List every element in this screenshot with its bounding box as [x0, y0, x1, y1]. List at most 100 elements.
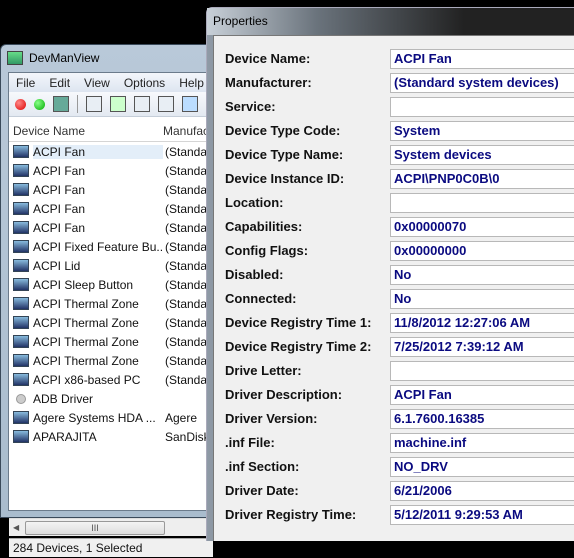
device-row[interactable]: ACPI Thermal Zone (Standar: [9, 332, 213, 351]
scroll-left-icon[interactable]: ◀: [9, 523, 19, 532]
property-value-field[interactable]: 7/25/2012 7:39:12 AM: [390, 337, 574, 357]
device-name: APARAJITA: [33, 429, 97, 444]
device-name: ACPI Lid: [33, 258, 81, 273]
disable-red-dot-icon[interactable]: [15, 98, 26, 110]
property-value-field[interactable]: (Standard system devices): [390, 73, 574, 93]
property-label: Driver Version:: [225, 411, 318, 426]
property-row: Driver Version: 6.1.7600.16385: [214, 407, 574, 431]
device-row[interactable]: ACPI Thermal Zone (Standar: [9, 294, 213, 313]
property-row: Service:: [214, 95, 574, 119]
horizontal-scrollbar[interactable]: ◀ III: [9, 518, 213, 536]
property-value-field[interactable]: [390, 97, 574, 117]
device-icon: [13, 354, 29, 367]
property-row: Manufacturer: (Standard system devices): [214, 71, 574, 95]
property-value-field[interactable]: ACPI\PNP0C0B\0: [390, 169, 574, 189]
column-device-name[interactable]: Device Name: [9, 124, 159, 138]
device-icon: [13, 278, 29, 291]
device-row[interactable]: ACPI Thermal Zone (Standar: [9, 351, 213, 370]
property-value-field[interactable]: 6.1.7600.16385: [390, 409, 574, 429]
property-label: Device Type Name:: [225, 147, 344, 162]
property-value-field[interactable]: 6/21/2006: [390, 481, 574, 501]
enable-green-dot-icon[interactable]: [34, 98, 45, 110]
property-value-field[interactable]: [390, 193, 574, 213]
property-row: Device Instance ID: ACPI\PNP0C0B\0: [214, 167, 574, 191]
property-value-field[interactable]: [390, 361, 574, 381]
device-row[interactable]: ACPI Fan (Standar: [9, 199, 213, 218]
properties-window: Properties Device Name: ACPI Fan Manufactu…: [206, 7, 574, 541]
property-row: Capabilities: 0x00000070: [214, 215, 574, 239]
scroll-thumb[interactable]: III: [25, 520, 165, 535]
property-row: Device Type Name: System devices: [214, 143, 574, 167]
save-icon[interactable]: [86, 96, 102, 112]
property-value-field[interactable]: System devices: [390, 145, 574, 165]
title-bar[interactable]: DevManView: [1, 45, 214, 71]
device-row[interactable]: ACPI Fan (Standar: [9, 180, 213, 199]
property-value-field[interactable]: No: [390, 265, 574, 285]
menu-view[interactable]: View: [77, 76, 117, 90]
property-row: Drive Letter:: [214, 359, 574, 383]
device-row[interactable]: ACPI Fan (Standar: [9, 161, 213, 180]
property-value-field[interactable]: 11/8/2012 12:27:06 AM: [390, 313, 574, 333]
device-row[interactable]: ACPI Fixed Feature Bu... (Standar: [9, 237, 213, 256]
device-row[interactable]: ACPI Lid (Standar: [9, 256, 213, 275]
property-value-field[interactable]: machine.inf: [390, 433, 574, 453]
device-name: ACPI Thermal Zone: [33, 315, 139, 330]
property-value-field[interactable]: ACPI Fan: [390, 49, 574, 69]
device-name: ACPI Thermal Zone: [33, 353, 139, 368]
device-row[interactable]: ADB Driver: [9, 389, 213, 408]
property-label: Driver Registry Time:: [225, 507, 357, 522]
property-value-field[interactable]: System: [390, 121, 574, 141]
property-label: Driver Date:: [225, 483, 299, 498]
properties-title-bar[interactable]: Properties: [207, 8, 574, 35]
device-manufacturer: (Standar: [165, 372, 207, 387]
property-label: Manufacturer:: [225, 75, 312, 90]
device-manufacturer: (Standar: [165, 315, 207, 330]
property-label: Device Registry Time 1:: [225, 315, 372, 330]
device-row[interactable]: ACPI Sleep Button (Standar: [9, 275, 213, 294]
device-row[interactable]: ACPI x86-based PC (Standar: [9, 370, 213, 389]
property-row: Location:: [214, 191, 574, 215]
device-manufacturer: (Standar: [165, 353, 207, 368]
property-value-field[interactable]: NO_DRV: [390, 457, 574, 477]
device-name: ACPI Fan: [33, 220, 86, 235]
property-value-field[interactable]: 0x00000000: [390, 241, 574, 261]
toolbar-separator: [77, 95, 78, 113]
device-manufacturer: (Standar: [165, 201, 207, 216]
device-name: ADB Driver: [33, 391, 94, 406]
device-row[interactable]: Agere Systems HDA ... Agere: [9, 408, 213, 427]
menu-bar: File Edit View Options Help: [9, 73, 213, 92]
property-value-field[interactable]: 5/12/2011 9:29:53 AM: [390, 505, 574, 525]
device-manufacturer: (Standar: [165, 239, 207, 254]
toolbar: [9, 92, 213, 117]
properties-icon[interactable]: [158, 96, 174, 112]
menu-options[interactable]: Options: [117, 76, 172, 90]
device-row[interactable]: ACPI Thermal Zone (Standar: [9, 313, 213, 332]
menu-file[interactable]: File: [9, 76, 42, 90]
property-row: Device Registry Time 1: 11/8/2012 12:27:0…: [214, 311, 574, 335]
property-value-field[interactable]: ACPI Fan: [390, 385, 574, 405]
property-label: Config Flags:: [225, 243, 309, 258]
property-value-field[interactable]: 0x00000070: [390, 217, 574, 237]
device-icon: [13, 430, 29, 443]
device-name: ACPI Fan: [33, 182, 86, 197]
property-label: .inf File:: [225, 435, 275, 450]
device-name: ACPI Fan: [33, 201, 86, 216]
device-name: ACPI Thermal Zone: [33, 334, 139, 349]
property-row: Connected: No: [214, 287, 574, 311]
property-row: Driver Date: 6/21/2006: [214, 479, 574, 503]
device-name: ACPI Fixed Feature Bu...: [33, 239, 163, 254]
network-icon[interactable]: [53, 96, 69, 112]
property-row: Disabled: No: [214, 263, 574, 287]
copy-icon[interactable]: [134, 96, 150, 112]
device-row[interactable]: APARAJITA SanDisk: [9, 427, 213, 446]
property-value-field[interactable]: No: [390, 289, 574, 309]
find-icon[interactable]: [182, 96, 198, 112]
menu-edit[interactable]: Edit: [42, 76, 77, 90]
device-icon: [13, 202, 29, 215]
device-row[interactable]: ACPI Fan (Standar: [9, 218, 213, 237]
property-row: Device Registry Time 2: 7/25/2012 7:39:12…: [214, 335, 574, 359]
column-manufacturer[interactable]: Manufac: [159, 124, 209, 138]
device-row[interactable]: ACPI Fan (Standar: [9, 142, 213, 161]
device-name: Agere Systems HDA ...: [33, 410, 156, 425]
refresh-icon[interactable]: [110, 96, 126, 112]
